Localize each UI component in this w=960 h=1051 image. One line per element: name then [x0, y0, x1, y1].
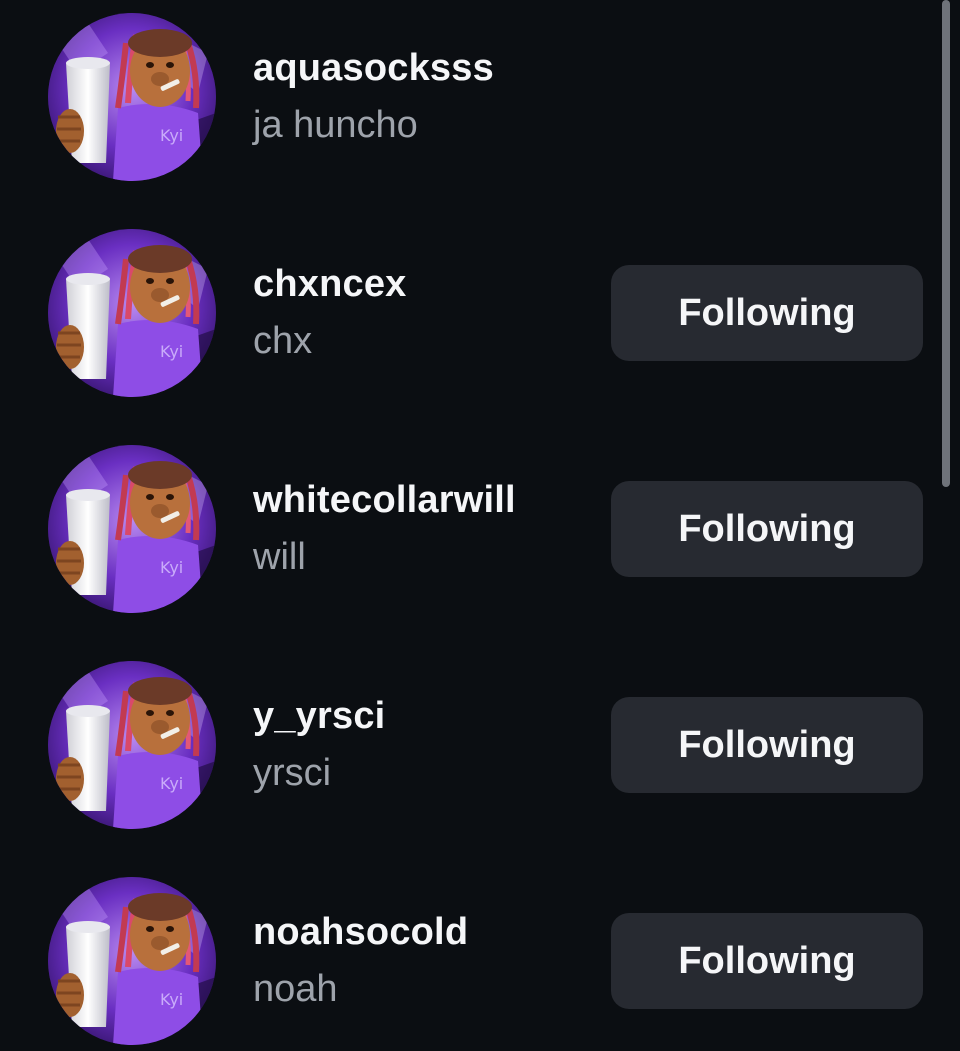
avatar[interactable] — [48, 661, 216, 829]
avatar-image — [48, 229, 216, 397]
avatar-image — [48, 445, 216, 613]
username[interactable]: y_yrsci — [253, 694, 593, 738]
list-item[interactable]: chxncex chx Following — [0, 216, 940, 416]
account-text: noahsocold noah — [253, 910, 593, 1011]
avatar-image — [48, 877, 216, 1045]
full-name: yrsci — [253, 752, 332, 794]
list-item[interactable]: y_yrsci yrsci Following — [0, 648, 940, 848]
following-list: aquasocksss ja huncho chxncex chx Follow… — [0, 0, 940, 1051]
avatar-image — [48, 13, 216, 181]
full-name: noah — [253, 968, 338, 1010]
username[interactable]: aquasocksss — [253, 46, 593, 90]
following-button[interactable]: Following — [611, 481, 923, 577]
full-name: ja huncho — [253, 104, 418, 146]
account-text: aquasocksss ja huncho — [253, 46, 593, 147]
following-button[interactable]: Following — [611, 265, 923, 361]
avatar[interactable] — [48, 445, 216, 613]
list-item[interactable]: noahsocold noah Following — [0, 864, 940, 1051]
account-text: chxncex chx — [253, 262, 593, 363]
list-item[interactable]: aquasocksss ja huncho — [0, 0, 940, 200]
avatar[interactable] — [48, 13, 216, 181]
avatar[interactable] — [48, 229, 216, 397]
username[interactable]: noahsocold — [253, 910, 593, 954]
following-button[interactable]: Following — [611, 913, 923, 1009]
account-text: y_yrsci yrsci — [253, 694, 593, 795]
scrollbar[interactable] — [942, 0, 950, 487]
full-name: chx — [253, 320, 313, 362]
avatar-image — [48, 661, 216, 829]
username[interactable]: chxncex — [253, 262, 593, 306]
username[interactable]: whitecollarwill — [253, 478, 593, 522]
avatar[interactable] — [48, 877, 216, 1045]
following-button[interactable]: Following — [611, 697, 923, 793]
account-text: whitecollarwill will — [253, 478, 593, 579]
list-item[interactable]: whitecollarwill will Following — [0, 432, 940, 632]
full-name: will — [253, 536, 306, 578]
